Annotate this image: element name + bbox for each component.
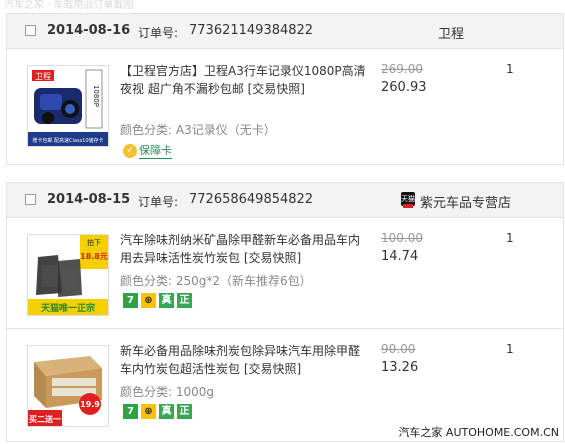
top-strip-text: 汽车之家 · 车载用品订单截图 (4, 0, 134, 11)
seven-day-return-icon[interactable]: 7 (123, 293, 138, 308)
order-card: 2014-08-15 订单号: 772658649854822 天猫 紫元车品专… (6, 182, 564, 442)
dashcam-product-image: 卫程 1080P 赠卡包邮 配高速Class10储存卡 (28, 66, 108, 146)
product-title-link[interactable]: 汽车除味剂纳米矿晶除甲醛新车必备用品车内用去异味活性炭竹炭包 [交易快照] (120, 231, 368, 267)
order-item: 拍下 18.8元 天猫唯一正宗 汽车除味剂纳米矿晶除甲醛新车必备用品车内用去异味… (7, 218, 563, 328)
thumb-banner-text: 买二送一 (29, 414, 61, 424)
item-quantity: 1 (506, 231, 514, 245)
charcoal-box-product-image: 19.9 买二送一 (28, 346, 108, 426)
genuine-goods-icon[interactable]: 真 (159, 404, 174, 419)
product-title-link[interactable]: 新车必备用品除味剂炭包除异味汽车用除甲醛车内竹炭包超活性炭包 [交易快照] (120, 342, 368, 378)
product-variant: 颜色分类: A3记录仪（无卡） (120, 123, 276, 137)
seven-day-return-icon[interactable]: 7 (123, 404, 138, 419)
product-variant: 颜色分类: 250g*2（新车推荐6包） (120, 274, 312, 288)
shield-icon: ✓ (123, 143, 137, 158)
thumb-price-text: 19.9 (80, 400, 100, 409)
product-thumbnail[interactable]: 拍下 18.8元 天猫唯一正宗 (27, 234, 109, 316)
authentic-guarantee-icon[interactable]: 正 (177, 404, 192, 419)
order-number: 772658649854822 (189, 192, 314, 207)
paid-price: 13.26 (381, 360, 419, 375)
product-thumbnail[interactable]: 卫程 1080P 赠卡包邮 配高速Class10储存卡 (27, 65, 109, 147)
thumb-price-text: 18.8元 (80, 252, 108, 261)
thumb-logo-text: 卫程 (35, 72, 51, 81)
shop-name-link[interactable]: 卫程 (438, 23, 464, 42)
product-thumbnail[interactable]: 19.9 买二送一 (27, 345, 109, 427)
order-number-label: 订单号: (138, 195, 179, 209)
authentic-guarantee-icon[interactable]: 正 (177, 293, 192, 308)
item-quantity: 1 (506, 342, 514, 356)
shop-name-link[interactable]: 紫元车品专营店 (420, 192, 511, 211)
thumb-bottom-text: 赠卡包邮 配高速Class10储存卡 (32, 137, 103, 144)
service-badges: 7 ⊕ 真 正 (123, 404, 192, 419)
order-number-label: 订单号: (138, 26, 179, 40)
order-header: 2014-08-16 订单号: 773621149384822 卫程 (7, 14, 563, 49)
order-card: 2014-08-16 订单号: 773621149384822 卫程 卫程 10… (6, 13, 564, 165)
original-price: 90.00 (381, 342, 416, 356)
consumer-protection-icon[interactable]: ⊕ (141, 404, 156, 419)
thumb-banner-text: 天猫唯一正宗 (41, 302, 95, 314)
item-quantity: 1 (506, 62, 514, 76)
product-variant: 颜色分类: 1000g (120, 385, 215, 399)
paid-price: 260.93 (381, 80, 427, 95)
order-item: 卫程 1080P 赠卡包邮 配高速Class10储存卡 【卫程官方店】卫程A3行… (7, 49, 563, 164)
service-badges: 7 ⊕ 真 正 (123, 293, 192, 308)
thumb-side-text: 1080P (92, 85, 100, 107)
genuine-goods-icon[interactable]: 真 (159, 293, 174, 308)
paid-price: 14.74 (381, 249, 419, 264)
guarantee-card-label: 保障卡 (139, 144, 172, 159)
order-header: 2014-08-15 订单号: 772658649854822 天猫 紫元车品专… (7, 183, 563, 218)
original-price: 269.00 (381, 62, 423, 76)
top-strip: 汽车之家 · 车载用品订单截图 (0, 0, 565, 12)
charcoal-bag-product-image: 拍下 18.8元 天猫唯一正宗 (28, 235, 108, 315)
order-date: 2014-08-15 (47, 192, 131, 207)
product-title-link[interactable]: 【卫程官方店】卫程A3行车记录仪1080P高清夜视 超广角不漏秒包邮 [交易快照… (120, 62, 368, 98)
guarantee-card-link[interactable]: ✓ 保障卡 (123, 142, 172, 159)
original-price: 100.00 (381, 231, 423, 245)
order-number: 773621149384822 (189, 23, 314, 38)
tmall-shop-icon: 天猫 (401, 192, 415, 208)
thumb-promo-text: 拍下 (87, 238, 101, 247)
site-watermark: 汽车之家 AUTOHOME.COM.CN (398, 426, 559, 439)
order-select-checkbox[interactable] (25, 25, 36, 36)
consumer-protection-icon[interactable]: ⊕ (141, 293, 156, 308)
order-date: 2014-08-16 (47, 23, 131, 38)
order-select-checkbox[interactable] (25, 194, 36, 205)
